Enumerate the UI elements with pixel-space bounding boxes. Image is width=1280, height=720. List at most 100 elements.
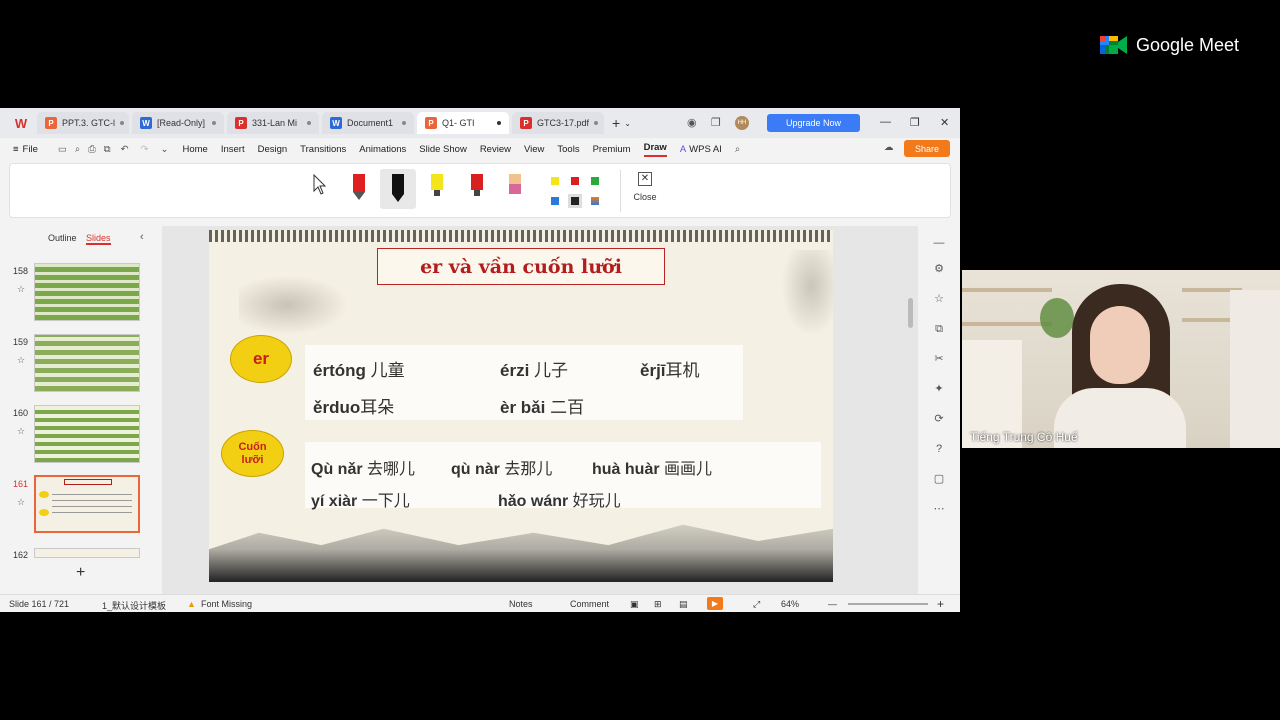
black-swatch[interactable] — [568, 194, 582, 208]
transition-icon[interactable]: ⟳ — [932, 412, 946, 426]
menu-review[interactable]: Review — [480, 144, 511, 155]
save-icon[interactable]: ▭ — [58, 144, 67, 155]
font-missing[interactable]: Font Missing — [201, 599, 252, 609]
fit-icon[interactable]: ⤢ — [753, 599, 760, 610]
undo-icon[interactable]: ↶ — [121, 144, 129, 155]
menu-view[interactable]: View — [524, 144, 544, 155]
black-pen-icon[interactable] — [391, 174, 405, 202]
tab-doc-active[interactable]: P Q1- GTI — [417, 112, 509, 134]
share-button[interactable]: Share — [904, 140, 950, 157]
collapse-icon[interactable]: — — [932, 236, 946, 250]
star-icon[interactable]: ☆ — [932, 292, 946, 306]
star-icon[interactable]: ☆ — [17, 497, 25, 508]
cloud-icon[interactable]: ☁ — [884, 142, 894, 153]
slide-thumb-160[interactable] — [34, 405, 140, 463]
copy-icon[interactable]: ⧉ — [932, 322, 946, 336]
menu-slide-show[interactable]: Slide Show — [419, 144, 467, 155]
slide-counter: Slide 161 / 721 — [9, 599, 70, 609]
more-icon[interactable]: ⋯ — [932, 502, 946, 516]
slide-thumb-159[interactable] — [34, 334, 140, 392]
menu-home[interactable]: Home — [182, 144, 207, 155]
comment-button[interactable]: Comment — [570, 599, 609, 609]
avatar[interactable]: HH — [735, 116, 749, 130]
tab-doc[interactable]: P GTC3-17.pdf — [512, 112, 604, 134]
star-icon[interactable]: ☆ — [17, 284, 25, 295]
slide-thumb-161-selected[interactable] — [34, 475, 140, 533]
red-swatch[interactable] — [571, 177, 579, 185]
collapse-panel-icon[interactable]: ‹ — [140, 231, 144, 243]
reading-view-icon[interactable]: ▤ — [679, 599, 688, 610]
star-icon[interactable]: ☆ — [17, 426, 25, 437]
tools-icon[interactable]: ✂ — [932, 352, 946, 366]
search-doc-icon[interactable]: ⌕ — [75, 144, 80, 155]
minimize-icon[interactable]: — — [880, 116, 891, 128]
tab-doc[interactable]: W Document1 — [322, 112, 414, 134]
redo-icon[interactable]: ↷ — [141, 144, 149, 155]
close-ink-button[interactable]: ✕ Close — [630, 172, 660, 202]
select-pointer-icon[interactable] — [313, 174, 327, 196]
hamburger-icon[interactable]: ≡ — [13, 144, 19, 155]
green-swatch[interactable] — [591, 177, 599, 185]
comment-icon[interactable]: ▢ — [932, 472, 946, 486]
upgrade-now-button[interactable]: Upgrade Now — [767, 114, 860, 132]
wps-logo-icon[interactable]: W — [8, 112, 34, 134]
share-label: Share — [914, 143, 940, 154]
menu-animations[interactable]: Animations — [359, 144, 406, 155]
tab-doc[interactable]: W [Read-Only] — [132, 112, 224, 134]
menu-premium[interactable]: Premium — [593, 144, 631, 155]
slides-tab[interactable]: Slides — [86, 233, 111, 245]
more-colors-icon[interactable] — [591, 197, 599, 205]
file-menu[interactable]: File — [23, 144, 38, 155]
star-icon[interactable]: ☆ — [17, 355, 25, 366]
normal-view-icon[interactable]: ▣ — [630, 599, 639, 610]
word-item: huà huàr 画画儿 — [592, 455, 712, 479]
participant-video[interactable]: Tiếng Trung Cô Huế — [962, 270, 1280, 448]
menu-transitions[interactable]: Transitions — [300, 144, 346, 155]
search-icon[interactable]: ⌕ — [735, 144, 740, 155]
preview-icon[interactable]: ⧉ — [104, 144, 111, 155]
tab-label: PPT.3. GTC-l — [62, 118, 116, 128]
settings-icon[interactable]: ⚙ — [932, 262, 946, 276]
more-icon[interactable]: ⌄ — [161, 144, 169, 155]
chevron-down-icon[interactable]: ⌄ — [624, 119, 631, 128]
right-sidebar: — ⚙ ☆ ⧉ ✂ ✦ ⟳ ? ▢ ⋯ — [918, 226, 960, 594]
slide-161[interactable]: er và vần cuốn lưỡi er értóng 儿童 érzi 儿子… — [209, 230, 833, 582]
menu-wps-ai[interactable]: WPS AI — [689, 144, 722, 155]
tab-dot-icon — [402, 121, 406, 125]
zoom-level[interactable]: 64% — [781, 599, 799, 609]
red-highlighter-icon[interactable] — [470, 174, 484, 202]
eraser-icon[interactable] — [508, 174, 522, 202]
menu-design[interactable]: Design — [258, 144, 288, 155]
yellow-highlighter-icon[interactable] — [430, 174, 444, 202]
help-icon[interactable]: ? — [932, 442, 946, 456]
play-button[interactable]: ▶ — [707, 597, 723, 610]
copilot-icon[interactable]: ◉ — [687, 116, 697, 129]
slide-thumb-162[interactable] — [34, 548, 140, 558]
new-tab-icon[interactable]: + — [612, 115, 620, 131]
menu-draw[interactable]: Draw — [643, 142, 667, 157]
restore-icon[interactable]: ❐ — [910, 116, 920, 129]
zoom-in-icon[interactable]: + — [937, 597, 944, 611]
tab-doc[interactable]: P 331-Lan Mi — [227, 112, 319, 134]
zoom-slider[interactable] — [848, 603, 928, 605]
slide-scrollbar[interactable] — [908, 298, 913, 328]
tab-doc[interactable]: P PPT.3. GTC-l — [37, 112, 129, 134]
add-slide-icon[interactable]: + — [76, 564, 85, 582]
red-pen-icon[interactable] — [352, 174, 366, 202]
print-icon[interactable]: ⎙ — [88, 144, 96, 155]
template-name[interactable]: 1_默认设计模板 — [102, 599, 166, 612]
menu-insert[interactable]: Insert — [221, 144, 245, 155]
blue-swatch[interactable] — [551, 197, 559, 205]
zoom-out-icon[interactable]: — — [828, 599, 837, 609]
menu-tools[interactable]: Tools — [557, 144, 579, 155]
yellow-swatch[interactable] — [551, 177, 559, 185]
google-meet-logo: Google Meet — [1100, 34, 1239, 56]
slide-thumb-158[interactable] — [34, 263, 140, 321]
notes-button[interactable]: Notes — [509, 599, 533, 609]
outline-tab[interactable]: Outline — [48, 233, 77, 243]
close-window-icon[interactable]: ✕ — [940, 116, 949, 129]
slide-title: er và vần cuốn lưỡi — [377, 248, 665, 285]
window-icon[interactable]: ❐ — [711, 116, 721, 129]
sorter-view-icon[interactable]: ⊞ — [654, 599, 662, 610]
animation-icon[interactable]: ✦ — [932, 382, 946, 396]
